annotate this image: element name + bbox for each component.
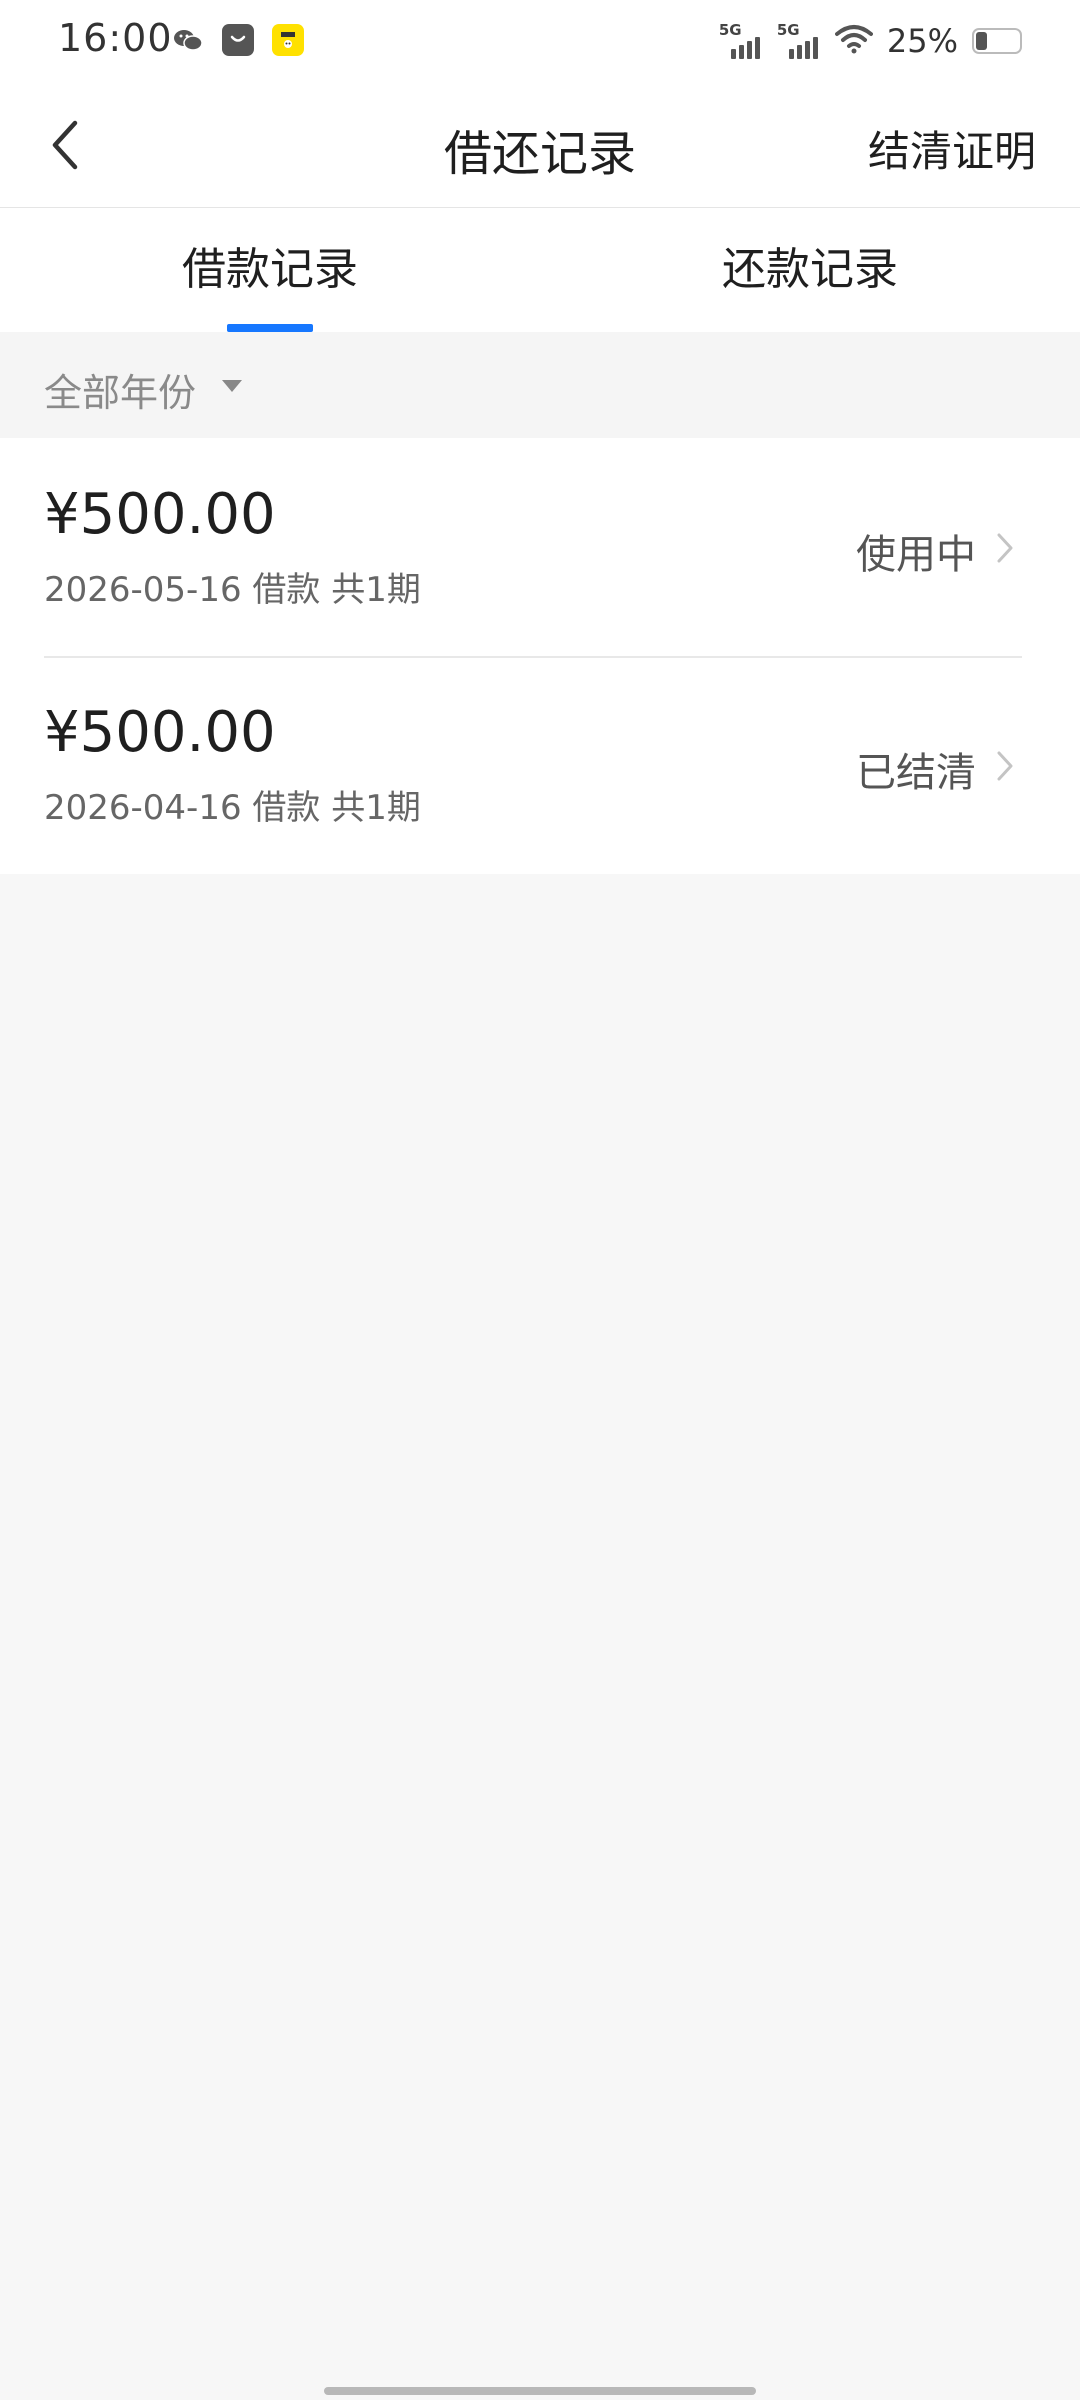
- signal-icon: 5G: [776, 21, 821, 59]
- tab-active-indicator: [227, 324, 313, 332]
- battery-percent: 25%: [886, 22, 958, 60]
- chevron-right-icon: [997, 533, 1013, 563]
- loan-meta: 2026-05-16 借款 共1期: [44, 570, 421, 610]
- caret-down-icon: [222, 380, 242, 392]
- loan-amount: ¥500.00: [44, 482, 276, 547]
- status-indicators: 5G 5G 25%: [718, 21, 1022, 60]
- battery-icon: [972, 28, 1022, 54]
- loan-amount: ¥500.00: [44, 700, 276, 765]
- navigation-header: 借还记录 结清证明: [0, 84, 1080, 208]
- signal-label: 5G: [776, 21, 800, 39]
- wifi-icon: [834, 24, 873, 58]
- tab-repayment-records[interactable]: 还款记录: [540, 208, 1080, 332]
- shopping-bag-icon: [222, 24, 254, 56]
- loan-status: 使用中: [856, 532, 976, 578]
- loan-status: 已结清: [856, 750, 976, 796]
- record-tabs: 借款记录 还款记录: [0, 208, 1080, 332]
- loan-meta: 2026-04-16 借款 共1期: [44, 788, 421, 828]
- wechat-icon: [172, 24, 204, 56]
- loan-record-list: ¥500.00 2026-05-16 借款 共1期 使用中 ¥500.00 20…: [0, 438, 1080, 874]
- chevron-right-icon: [997, 751, 1013, 781]
- yellow-app-icon: [272, 24, 304, 56]
- status-bar: 16:00 5G 5G 25%: [0, 0, 1080, 84]
- signal-label: 5G: [718, 21, 742, 39]
- tab-loan-records[interactable]: 借款记录: [0, 208, 540, 332]
- settlement-proof-button[interactable]: 结清证明: [868, 118, 1036, 179]
- status-app-icons: [172, 24, 304, 56]
- year-filter-label: 全部年份: [44, 371, 197, 415]
- home-indicator[interactable]: [324, 2387, 756, 2395]
- list-item[interactable]: ¥500.00 2026-05-16 借款 共1期 使用中: [0, 438, 1080, 656]
- list-item[interactable]: ¥500.00 2026-04-16 借款 共1期 已结清: [0, 656, 1080, 874]
- year-filter[interactable]: 全部年份: [0, 332, 1080, 438]
- signal-icon: 5G: [718, 21, 763, 59]
- status-time: 16:00: [58, 16, 173, 60]
- battery-level: [976, 32, 987, 50]
